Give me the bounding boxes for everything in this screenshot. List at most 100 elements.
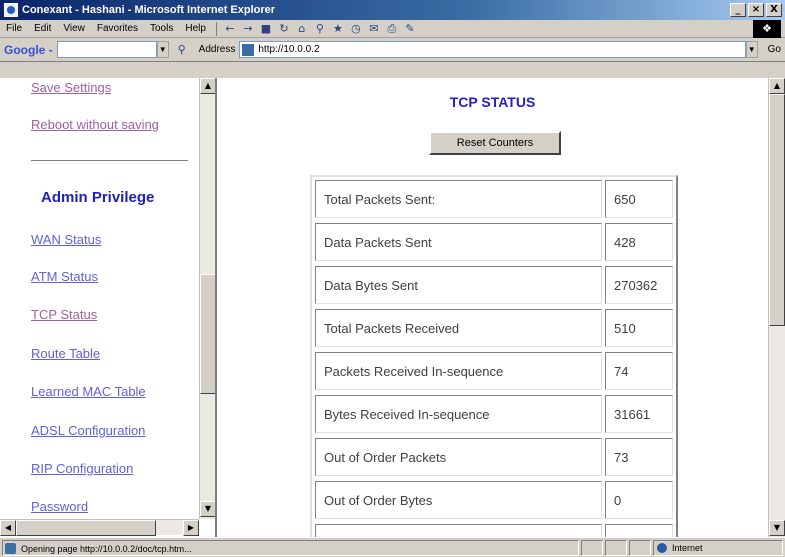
window-controls: _ × X [730,3,782,17]
nav-save-settings[interactable]: Save Settings [31,80,111,95]
nav-divider [31,160,188,161]
nav-adsl-configuration[interactable]: ADSL Configuration [31,423,145,438]
loading-page-icon [5,542,16,554]
left-nav-content: Save Settings Reboot without saving Admi… [0,78,200,519]
zone-label: Internet [672,542,703,553]
table-row: Out of Order Bytes 0 [312,478,676,521]
security-zone: Internet [653,539,783,556]
forward-icon[interactable]: → [241,22,255,36]
row-value: 0 [605,481,673,519]
menu-help[interactable]: Help [179,23,212,34]
table-row: Out of Order Packets 73 [312,435,676,478]
toolbar-separator [215,21,217,36]
row-value: 650 [605,180,673,218]
table-row: Data Bytes Sent 270362 [312,263,676,306]
admin-privilege-heading: Admin Privilege [41,189,155,206]
print-icon[interactable]: ⎙ [385,22,399,36]
scroll-down-icon[interactable]: ▼ [200,501,215,517]
nav-learned-mac-table[interactable]: Learned MAC Table [31,384,146,399]
nav-reboot[interactable]: Reboot without saving [31,117,159,132]
nav-route-table[interactable]: Route Table [31,346,100,361]
row-label: Bytes Received In-sequence [315,395,602,433]
window-title-bar[interactable]: Conexant - Hashani - Microsoft Internet … [0,0,785,20]
table-row: Total Packets Received 510 [312,306,676,349]
nav-atm-status[interactable]: ATM Status [31,269,98,284]
table-row: Total Packets Sent: 650 [312,177,676,220]
scroll-left-icon[interactable]: ◀ [0,520,16,536]
google-search-input[interactable] [56,41,157,58]
ie-app-icon [4,3,18,17]
menu-edit[interactable]: Edit [28,23,57,34]
left-vertical-scrollbar[interactable]: ▲ ▼ [199,78,215,519]
main-vertical-scrollbar[interactable]: ▲ ▼ [768,78,785,537]
row-value: 74 [605,352,673,390]
refresh-icon[interactable]: ↻ [277,22,291,36]
row-value: 510 [605,309,673,347]
minimize-button[interactable]: _ [730,3,746,17]
nav-wan-status[interactable]: WAN Status [31,232,101,247]
status-text: Opening page http://10.0.0.2/doc/tcp.htm… [21,543,192,554]
page-icon [242,43,255,56]
edit-icon[interactable]: ✎ [403,22,417,36]
scroll-right-icon[interactable]: ▶ [183,520,199,536]
nav-rip-configuration[interactable]: RIP Configuration [31,461,133,476]
search-icon[interactable]: ⚲ [313,22,327,36]
status-segment [605,539,627,556]
status-segment [629,539,651,556]
windows-logo-icon: ❖ [753,20,781,38]
window-title: Conexant - Hashani - Microsoft Internet … [22,4,276,16]
chevron-down-icon[interactable]: ▼ [156,41,169,58]
row-label: Out of Order Bytes [315,481,602,519]
google-logo[interactable]: Google - [0,43,57,57]
left-horizontal-scrollbar[interactable]: ◀ ▶ [0,519,199,536]
menu-file[interactable]: File [0,23,28,34]
menu-view[interactable]: View [57,23,91,34]
home-icon[interactable]: ⌂ [295,22,309,36]
row-value: 428 [605,223,673,261]
scroll-thumb[interactable] [769,94,785,326]
go-button[interactable]: Go [768,44,781,55]
row-value: 270362 [605,266,673,304]
status-bar: Opening page http://10.0.0.2/doc/tcp.htm… [0,537,785,557]
stop-icon[interactable]: ■ [259,22,273,36]
reset-counters-button[interactable]: Reset Counters [429,131,561,155]
tcp-status-table: Total Packets Sent: 650 Data Packets Sen… [310,175,678,557]
status-message: Opening page http://10.0.0.2/doc/tcp.htm… [2,539,579,556]
maximize-button[interactable]: × [748,3,764,17]
table-row: Bytes Received In-sequence 31661 [312,392,676,435]
scroll-up-icon[interactable]: ▲ [769,78,785,94]
nav-password[interactable]: Password [31,499,88,514]
table-row: Data Packets Sent 428 [312,220,676,263]
scroll-up-icon[interactable]: ▲ [200,78,215,94]
address-label: Address [198,44,236,55]
left-nav-frame: Save Settings Reboot without saving Admi… [0,78,217,537]
back-icon[interactable]: ← [223,22,237,36]
mail-icon[interactable]: ✉ [367,22,381,36]
page-title: TCP STATUS [449,94,536,110]
address-input[interactable]: http://10.0.0.2 [239,41,746,58]
globe-icon [657,542,667,553]
row-label: Data Packets Sent [315,223,602,261]
history-icon[interactable]: ◷ [349,22,363,36]
favorites-icon[interactable]: ★ [331,22,345,36]
row-label: Data Bytes Sent [315,266,602,304]
row-label: Total Packets Sent: [315,180,602,218]
row-label: Total Packets Received [315,309,602,347]
nav-tcp-status[interactable]: TCP Status [31,307,97,322]
address-url: http://10.0.0.2 [258,44,320,55]
row-value: 31661 [605,395,673,433]
menu-tools[interactable]: Tools [144,23,179,34]
scroll-down-icon[interactable]: ▼ [769,520,785,536]
table-row: Packets Received In-sequence 74 [312,349,676,392]
close-button[interactable]: X [766,3,782,17]
main-content-frame: TCP STATUS Reset Counters Total Packets … [217,78,768,557]
menu-bar: File Edit View Favorites Tools Help ← → … [0,20,785,38]
row-value: 73 [605,438,673,476]
status-segment [581,539,603,556]
address-dropdown-icon[interactable]: ▼ [745,41,758,58]
scroll-thumb[interactable] [200,274,215,394]
row-label: Packets Received In-sequence [315,352,602,390]
google-search-icon[interactable]: ⚲ [175,43,189,57]
menu-favorites[interactable]: Favorites [91,23,144,34]
hscroll-thumb[interactable] [16,520,156,536]
